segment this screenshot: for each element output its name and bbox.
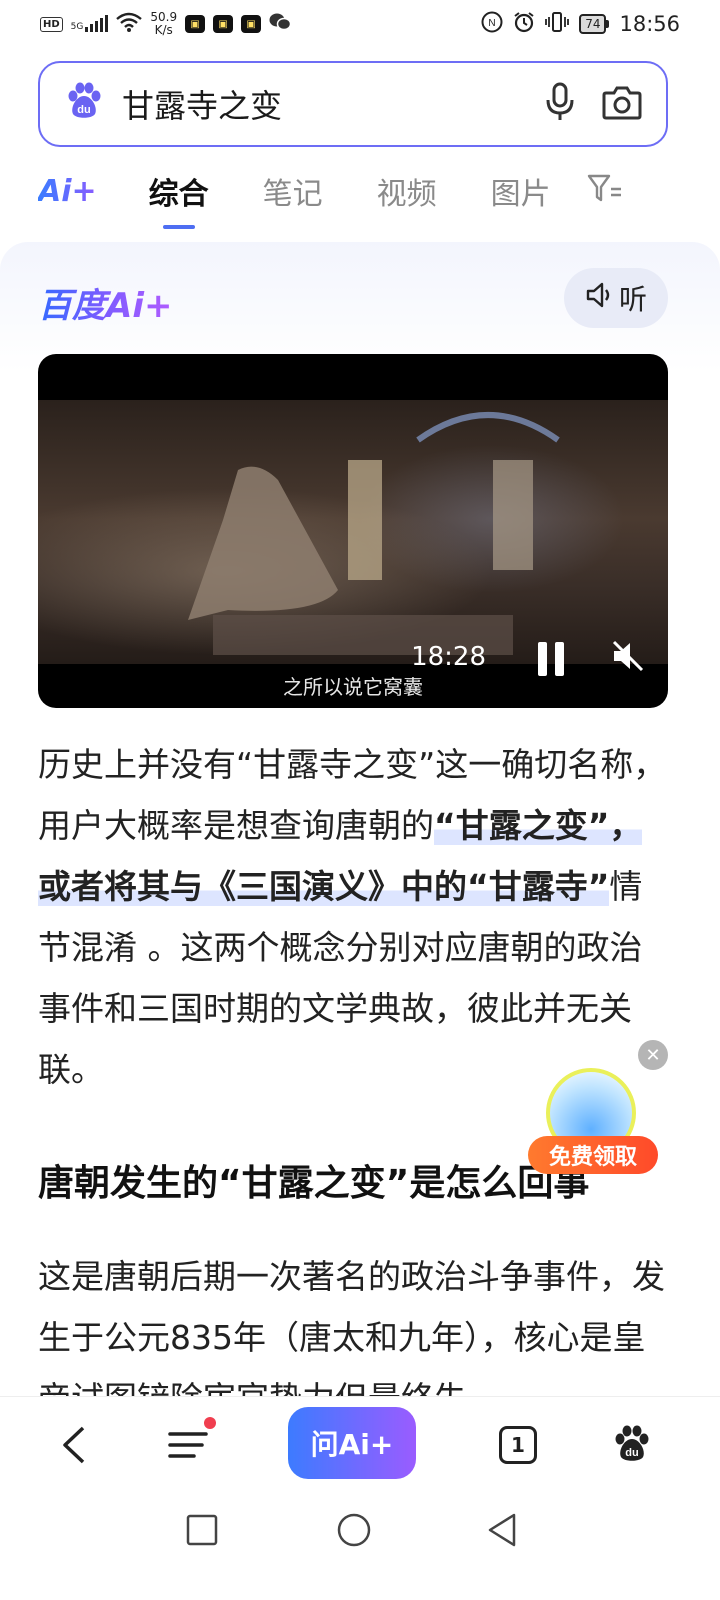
answer-paragraph-2: 这是唐朝后期一次著名的政治斗争事件，发生于公元835年（唐太和九年），核心是皇帝… <box>38 1257 665 1396</box>
ai-tab-logo[interactable]: Ai+ <box>38 174 97 209</box>
tab-notes[interactable]: 笔记 <box>263 169 323 213</box>
net-speed: 50.9 K/s <box>150 11 177 37</box>
speaker-icon <box>585 281 613 316</box>
tab-count: 1 <box>499 1426 537 1464</box>
net-speed-value: 50.9 <box>150 10 178 24</box>
vibrate-icon <box>545 11 570 38</box>
battery-icon: 74 <box>579 14 610 34</box>
status-bar: HD 5G 50.9 K/s ▣ ▣ ▣ N 74 18:56 <box>0 0 720 48</box>
video-player[interactable]: 18:28 之所以说它窝囊 <box>38 354 668 708</box>
back-nav-icon[interactable] <box>486 1512 518 1552</box>
search-tabs: Ai+ 综合 笔记 视频 图片 <box>38 160 720 229</box>
filter-icon[interactable] <box>587 173 623 209</box>
video-subtitle: 之所以说它窝囊 <box>283 675 423 699</box>
app-badge-icon: ▣ <box>241 15 262 33</box>
notification-dot <box>204 1417 216 1429</box>
home-icon[interactable] <box>336 1512 372 1552</box>
signal-icon: 5G <box>70 15 109 32</box>
tab-images[interactable]: 图片 <box>491 169 551 213</box>
menu-icon[interactable] <box>166 1415 216 1475</box>
baidu-home-icon[interactable]: du <box>610 1415 654 1475</box>
app-badge-icon: ▣ <box>213 15 234 33</box>
video-timestamp: 18:28 <box>411 642 486 672</box>
listen-label: 听 <box>618 283 647 316</box>
tabs-button[interactable]: 1 <box>496 1415 540 1475</box>
baidu-ai-brand: 百度Ai+ <box>38 278 172 327</box>
listen-button[interactable]: 听 <box>564 268 668 328</box>
system-nav <box>0 1492 720 1600</box>
alarm-icon <box>513 11 535 38</box>
camera-icon[interactable] <box>602 84 642 124</box>
search-bar[interactable]: du 甘露寺之变 <box>38 61 668 147</box>
tab-videos[interactable]: 视频 <box>377 169 437 213</box>
nfc-icon: N <box>481 11 503 38</box>
tab-comprehensive[interactable]: 综合 <box>149 169 209 229</box>
hd-indicator: HD <box>40 16 63 32</box>
bottom-nav: 问Ai+ 1 du <box>0 1396 720 1492</box>
promo-label[interactable]: 免费领取 <box>528 1136 658 1174</box>
close-icon[interactable]: ✕ <box>638 1040 668 1070</box>
search-input[interactable]: 甘露寺之变 <box>122 81 282 127</box>
wifi-icon <box>116 12 143 36</box>
ask-ai-button[interactable]: 问Ai+ <box>288 1407 416 1479</box>
battery-level: 74 <box>579 14 607 34</box>
wechat-icon <box>269 12 292 36</box>
video-frame <box>38 400 668 664</box>
svg-text:du: du <box>77 104 90 116</box>
recents-icon[interactable] <box>186 1514 218 1550</box>
net-speed-unit: K/s <box>154 23 173 37</box>
clock: 18:56 <box>619 12 680 36</box>
back-icon[interactable] <box>52 1415 96 1475</box>
microphone-icon[interactable] <box>544 82 576 126</box>
section-heading: 唐朝发生的“甘露之变”是怎么回事 <box>38 1163 590 1204</box>
baidu-paw-icon[interactable]: du <box>64 82 104 126</box>
network-type: 5G <box>70 22 84 32</box>
svg-text:du: du <box>625 1447 638 1459</box>
svg-text:N: N <box>489 18 496 29</box>
app-badge-icon: ▣ <box>185 15 206 33</box>
floating-promo[interactable]: ✕ 免费领取 <box>528 1040 668 1180</box>
